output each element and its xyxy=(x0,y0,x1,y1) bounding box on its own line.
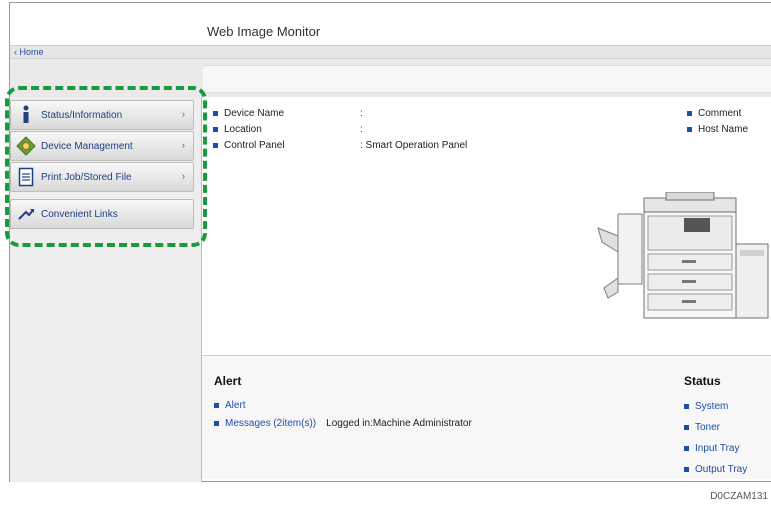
bullet-icon xyxy=(213,110,218,116)
breadcrumb-home-label: Home xyxy=(19,47,44,57)
device-info-row: Host Name xyxy=(687,121,748,137)
status-heading: Status xyxy=(684,374,721,388)
logged-in-text: Logged in:Machine Administrator xyxy=(326,417,472,429)
device-info: Device Name : Location : Control Panel :… xyxy=(213,105,467,153)
list-item: Alert xyxy=(214,396,472,414)
bullet-icon xyxy=(684,404,689,409)
alert-list: Alert Messages (2item(s)) Logged in:Mach… xyxy=(214,396,472,432)
menu-highlight-frame xyxy=(5,86,207,247)
bullet-icon xyxy=(684,467,689,472)
comment-label: Comment xyxy=(698,107,742,119)
breadcrumb: ‹ Home xyxy=(10,45,771,59)
host-name-label: Host Name xyxy=(698,123,749,135)
device-info-value: : xyxy=(360,123,363,135)
device-info-right: Comment Host Name xyxy=(687,105,748,137)
app-title: Web Image Monitor xyxy=(207,24,321,39)
bullet-icon xyxy=(687,110,692,116)
bullet-icon xyxy=(684,425,689,430)
device-info-row: Location : xyxy=(213,121,467,137)
toolbar-inner xyxy=(203,65,771,93)
status-list: System Toner Input Tray Output Tray xyxy=(684,396,747,480)
list-item: Input Tray xyxy=(684,438,747,459)
device-info-value: : xyxy=(360,107,363,119)
list-item: Toner xyxy=(684,417,747,438)
device-info-value: : Smart Operation Panel xyxy=(360,139,468,151)
device-info-key: Location xyxy=(224,123,262,135)
device-info-key: Device Name xyxy=(224,107,285,119)
bullet-icon xyxy=(687,126,692,132)
bullet-icon xyxy=(214,420,219,426)
bullet-icon xyxy=(213,126,218,132)
device-info-row: Comment xyxy=(687,105,748,121)
header: Web Image Monitor xyxy=(10,3,771,45)
figure-code: D0CZAM131 xyxy=(710,491,768,502)
bullet-icon xyxy=(213,142,218,148)
status-toner-link[interactable]: Toner xyxy=(695,422,720,433)
list-item: System xyxy=(684,396,747,417)
list-item: Messages (2item(s)) Logged in:Machine Ad… xyxy=(214,414,472,432)
messages-link[interactable]: Messages (2item(s)) xyxy=(225,418,316,429)
status-system-link[interactable]: System xyxy=(695,401,728,412)
device-info-row: Control Panel : Smart Operation Panel xyxy=(213,137,467,153)
alert-heading: Alert xyxy=(214,374,242,388)
status-input-tray-link[interactable]: Input Tray xyxy=(695,443,739,454)
alert-status-panel: Alert Alert Messages (2item(s)) Logged i… xyxy=(202,355,771,479)
device-info-row: Device Name : xyxy=(213,105,467,121)
breadcrumb-home-link[interactable]: ‹ Home xyxy=(14,47,44,57)
printer-image xyxy=(597,192,769,319)
device-info-key: Control Panel xyxy=(224,139,285,151)
bullet-icon xyxy=(214,402,219,408)
alert-link[interactable]: Alert xyxy=(225,400,246,411)
list-item: Output Tray xyxy=(684,459,747,480)
bullet-icon xyxy=(684,446,689,451)
status-output-tray-link[interactable]: Output Tray xyxy=(695,464,747,475)
